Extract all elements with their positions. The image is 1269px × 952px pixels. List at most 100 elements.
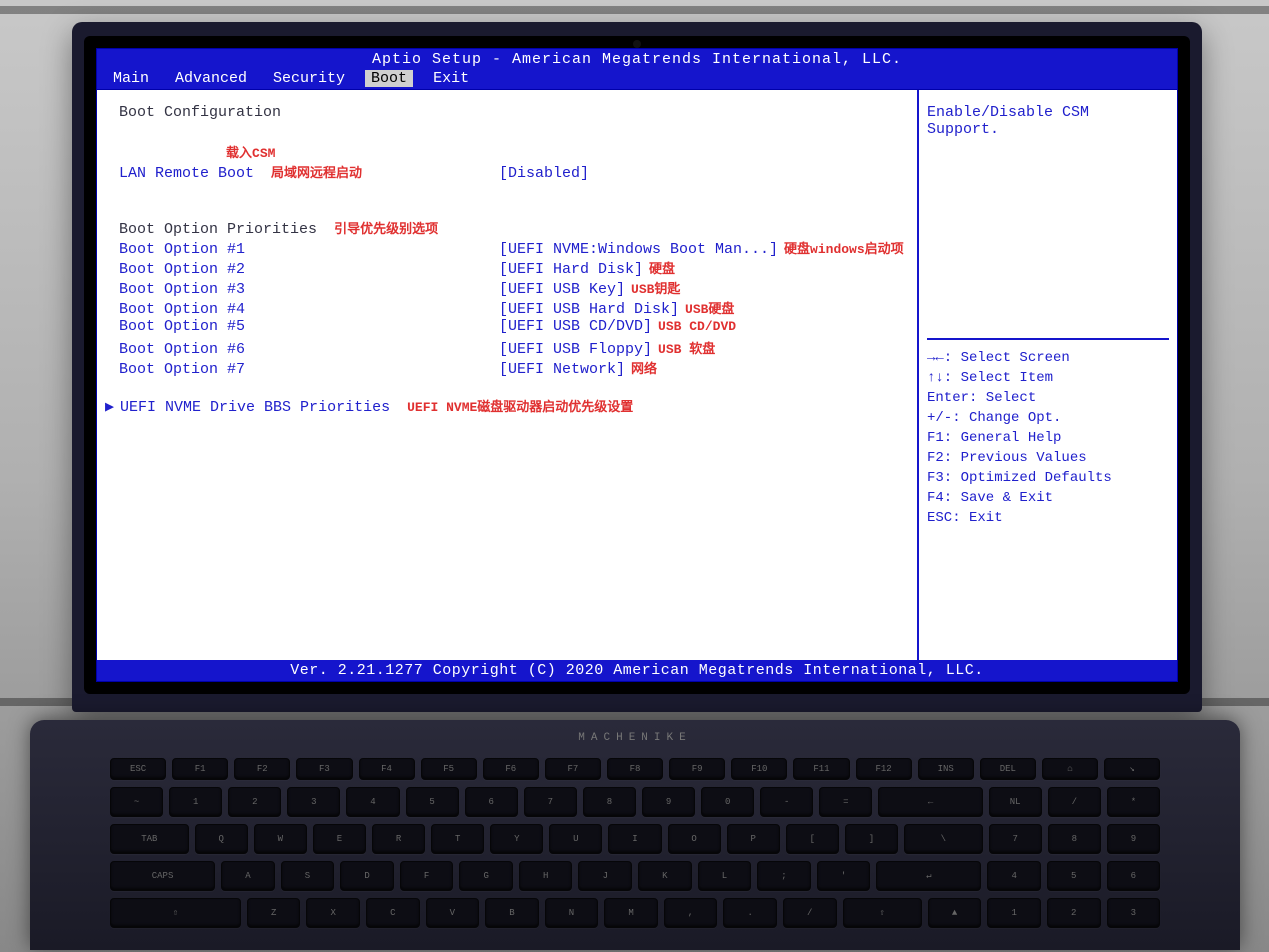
boot-option-5[interactable]: Boot Option #5[UEFI USB CD/DVD]USB CD/DV… [119,318,907,338]
key-slash[interactable]: / [783,898,837,928]
key-o[interactable]: O [668,824,721,854]
key-k[interactable]: K [638,861,692,891]
key-backspace[interactable]: ← [878,787,982,817]
key-f3[interactable]: F3 [296,758,352,780]
key-f1[interactable]: F1 [172,758,228,780]
key-help-line: ESC: Exit [927,508,1169,528]
key-rshift[interactable]: ⇧ [843,898,922,928]
key-comma[interactable]: , [664,898,718,928]
boot-option-4[interactable]: Boot Option #4[UEFI USB Hard Disk]USB硬盘 [119,298,907,318]
key-m[interactable]: M [604,898,658,928]
key-num6[interactable]: 6 [1107,861,1161,891]
key-f8[interactable]: F8 [607,758,663,780]
key-f5[interactable]: F5 [421,758,477,780]
key-home[interactable]: ⌂ [1042,758,1098,780]
tab-main[interactable]: Main [107,70,155,87]
key-num5[interactable]: 5 [1047,861,1101,891]
key-backslash[interactable]: \ [904,824,983,854]
key-9[interactable]: 9 [642,787,695,817]
key-c[interactable]: C [366,898,420,928]
key-x[interactable]: X [306,898,360,928]
key-num7[interactable]: 7 [989,824,1042,854]
key-num2[interactable]: 2 [1047,898,1101,928]
key-1[interactable]: 1 [169,787,222,817]
key-e[interactable]: E [313,824,366,854]
tab-exit[interactable]: Exit [427,70,475,87]
key-u[interactable]: U [549,824,602,854]
key-4[interactable]: 4 [346,787,399,817]
lan-remote-boot-item[interactable]: LAN Remote Boot 局域网远程启动 [Disabled] [119,162,907,182]
key-tab[interactable]: TAB [110,824,189,854]
key-nummul[interactable]: * [1107,787,1160,817]
key-a[interactable]: A [221,861,275,891]
key-r[interactable]: R [372,824,425,854]
key-grave[interactable]: ~ [110,787,163,817]
key-z[interactable]: Z [247,898,301,928]
key-i[interactable]: I [608,824,661,854]
key-f9[interactable]: F9 [669,758,725,780]
tab-advanced[interactable]: Advanced [169,70,253,87]
key-period[interactable]: . [723,898,777,928]
boot-option-3[interactable]: Boot Option #3[UEFI USB Key]USB钥匙 [119,278,907,298]
key-f[interactable]: F [400,861,454,891]
key-7[interactable]: 7 [524,787,577,817]
key-lshift[interactable]: ⇧ [110,898,241,928]
boot-option-annot: USB CD/DVD [658,319,736,334]
key-f7[interactable]: F7 [545,758,601,780]
key-n[interactable]: N [545,898,599,928]
key-ins[interactable]: INS [918,758,974,780]
key-0[interactable]: 0 [701,787,754,817]
key-2[interactable]: 2 [228,787,281,817]
launch-csm-item[interactable]: Launch CSM 载入CSM [Disabled] [119,142,907,162]
key-minus[interactable]: - [760,787,813,817]
key-caps[interactable]: CAPS [110,861,215,891]
key-v[interactable]: V [426,898,480,928]
key-up[interactable]: ▲ [928,898,982,928]
key-f2[interactable]: F2 [234,758,290,780]
key-l[interactable]: L [698,861,752,891]
key-q[interactable]: Q [195,824,248,854]
key-f6[interactable]: F6 [483,758,539,780]
key-t[interactable]: T [431,824,484,854]
key-s[interactable]: S [281,861,335,891]
key-d[interactable]: D [340,861,394,891]
key-5[interactable]: 5 [406,787,459,817]
tab-boot[interactable]: Boot [365,70,413,87]
key-lbracket[interactable]: [ [786,824,839,854]
tab-security[interactable]: Security [267,70,351,87]
key-num8[interactable]: 8 [1048,824,1101,854]
key-num1[interactable]: 1 [987,898,1041,928]
key-end[interactable]: ↘ [1104,758,1160,780]
uefi-nvme-bbs-submenu[interactable]: ▶ UEFI NVME Drive BBS Priorities UEFI NV… [119,396,907,416]
key-numlock[interactable]: NL [989,787,1042,817]
key-f11[interactable]: F11 [793,758,849,780]
key-w[interactable]: W [254,824,307,854]
key-esc[interactable]: ESC [110,758,166,780]
key-num4[interactable]: 4 [987,861,1041,891]
key-3[interactable]: 3 [287,787,340,817]
key-y[interactable]: Y [490,824,543,854]
key-8[interactable]: 8 [583,787,636,817]
key-j[interactable]: J [578,861,632,891]
key-6[interactable]: 6 [465,787,518,817]
boot-option-6[interactable]: Boot Option #6[UEFI USB Floppy]USB 软盘 [119,338,907,358]
key-quote[interactable]: ' [817,861,871,891]
boot-option-7[interactable]: Boot Option #7[UEFI Network]网络 [119,358,907,378]
key-rbracket[interactable]: ] [845,824,898,854]
key-h[interactable]: H [519,861,573,891]
key-p[interactable]: P [727,824,780,854]
key-num3[interactable]: 3 [1107,898,1161,928]
key-numdiv[interactable]: / [1048,787,1101,817]
key-semicolon[interactable]: ; [757,861,811,891]
key-f12[interactable]: F12 [856,758,912,780]
key-b[interactable]: B [485,898,539,928]
boot-option-1[interactable]: Boot Option #1[UEFI NVME:Windows Boot Ma… [119,238,907,258]
key-g[interactable]: G [459,861,513,891]
key-del[interactable]: DEL [980,758,1036,780]
key-equals[interactable]: = [819,787,872,817]
key-enter[interactable]: ↵ [876,861,981,891]
key-f10[interactable]: F10 [731,758,787,780]
key-f4[interactable]: F4 [359,758,415,780]
key-num9[interactable]: 9 [1107,824,1160,854]
boot-option-2[interactable]: Boot Option #2[UEFI Hard Disk]硬盘 [119,258,907,278]
